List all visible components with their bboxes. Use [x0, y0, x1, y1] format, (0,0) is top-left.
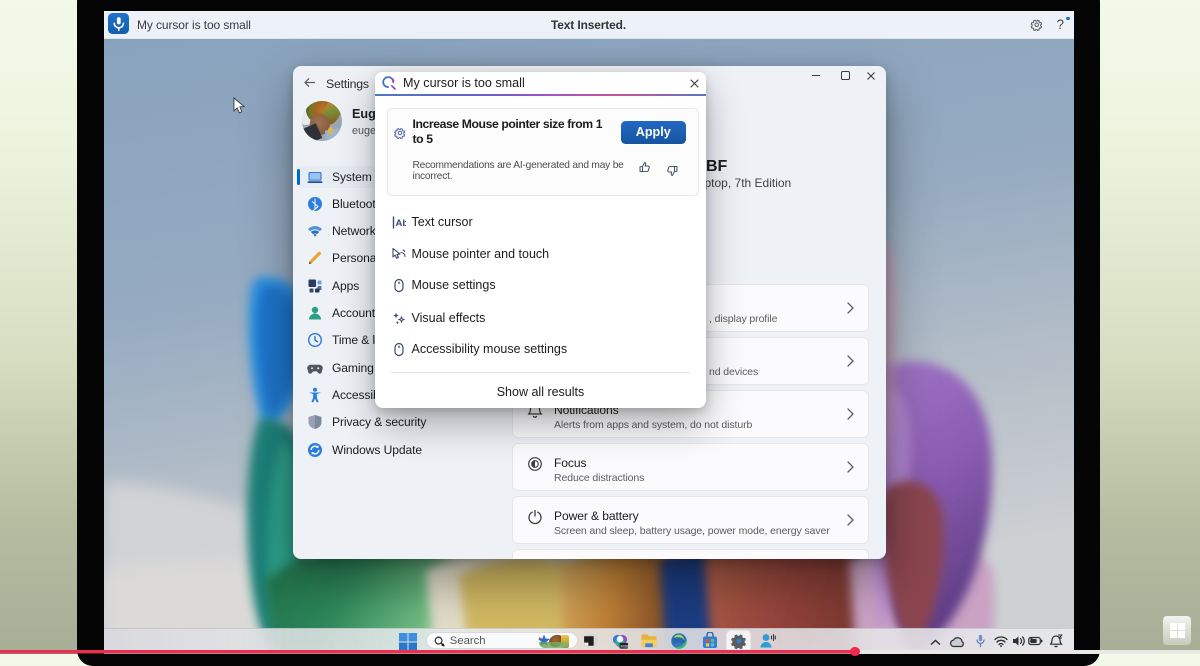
svg-text:M365: M365 [620, 643, 629, 648]
svg-text:Ab: Ab [396, 218, 407, 229]
